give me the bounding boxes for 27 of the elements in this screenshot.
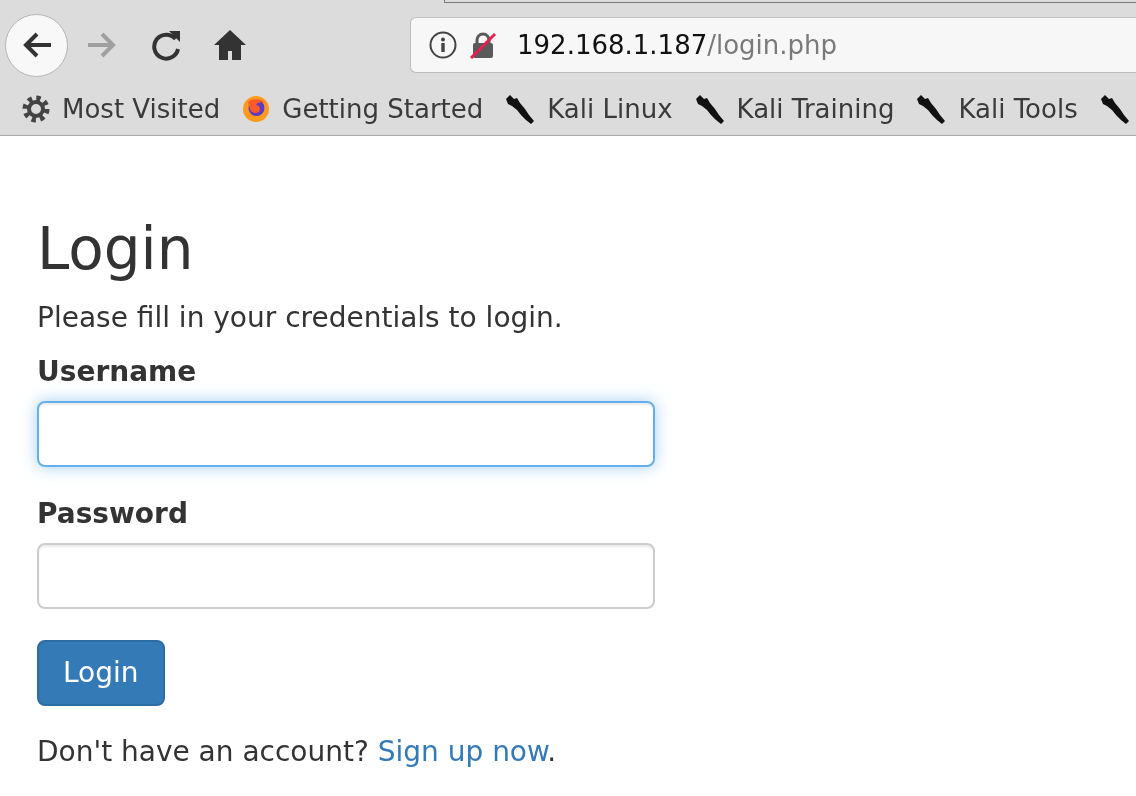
login-heading: Login: [37, 218, 195, 282]
bookmark-item[interactable]: Kali Training: [694, 92, 895, 125]
globe-icon: [242, 94, 271, 123]
field-label: Password: [37, 495, 189, 532]
dragon-icon: [694, 93, 725, 124]
bookmark-item[interactable]: Kali Linux: [505, 92, 673, 125]
field-label: Username: [37, 353, 198, 390]
reload-icon: [150, 28, 182, 62]
bookmark-item[interactable]: [1099, 93, 1130, 124]
input-field[interactable]: [37, 400, 655, 467]
signup-link[interactable]: Sign up now: [377, 734, 548, 768]
intro-text: Please fill in your credentials to login.: [37, 299, 564, 336]
info-icon: [429, 31, 457, 59]
home-icon: [213, 28, 247, 62]
bookmark-item[interactable]: Getting Started: [242, 92, 484, 125]
dragon-icon: [1099, 93, 1130, 124]
address-bar[interactable]: 192.168.1.187/login.php: [410, 17, 1136, 73]
signup-prompt: Don't have an account? Sign up now.: [37, 733, 558, 770]
url-text: 192.168.1.187/login.php: [517, 29, 838, 61]
bookmark-item[interactable]: Kali Tools: [916, 92, 1078, 125]
login-button[interactable]: Login: [37, 639, 165, 706]
input-field[interactable]: [37, 542, 655, 609]
bookmark-item[interactable]: Most Visited: [22, 92, 221, 125]
dragon-icon: [505, 93, 536, 124]
dragon-icon: [916, 93, 947, 124]
gear-icon: [22, 94, 50, 123]
arrow-right-icon: [86, 31, 118, 59]
